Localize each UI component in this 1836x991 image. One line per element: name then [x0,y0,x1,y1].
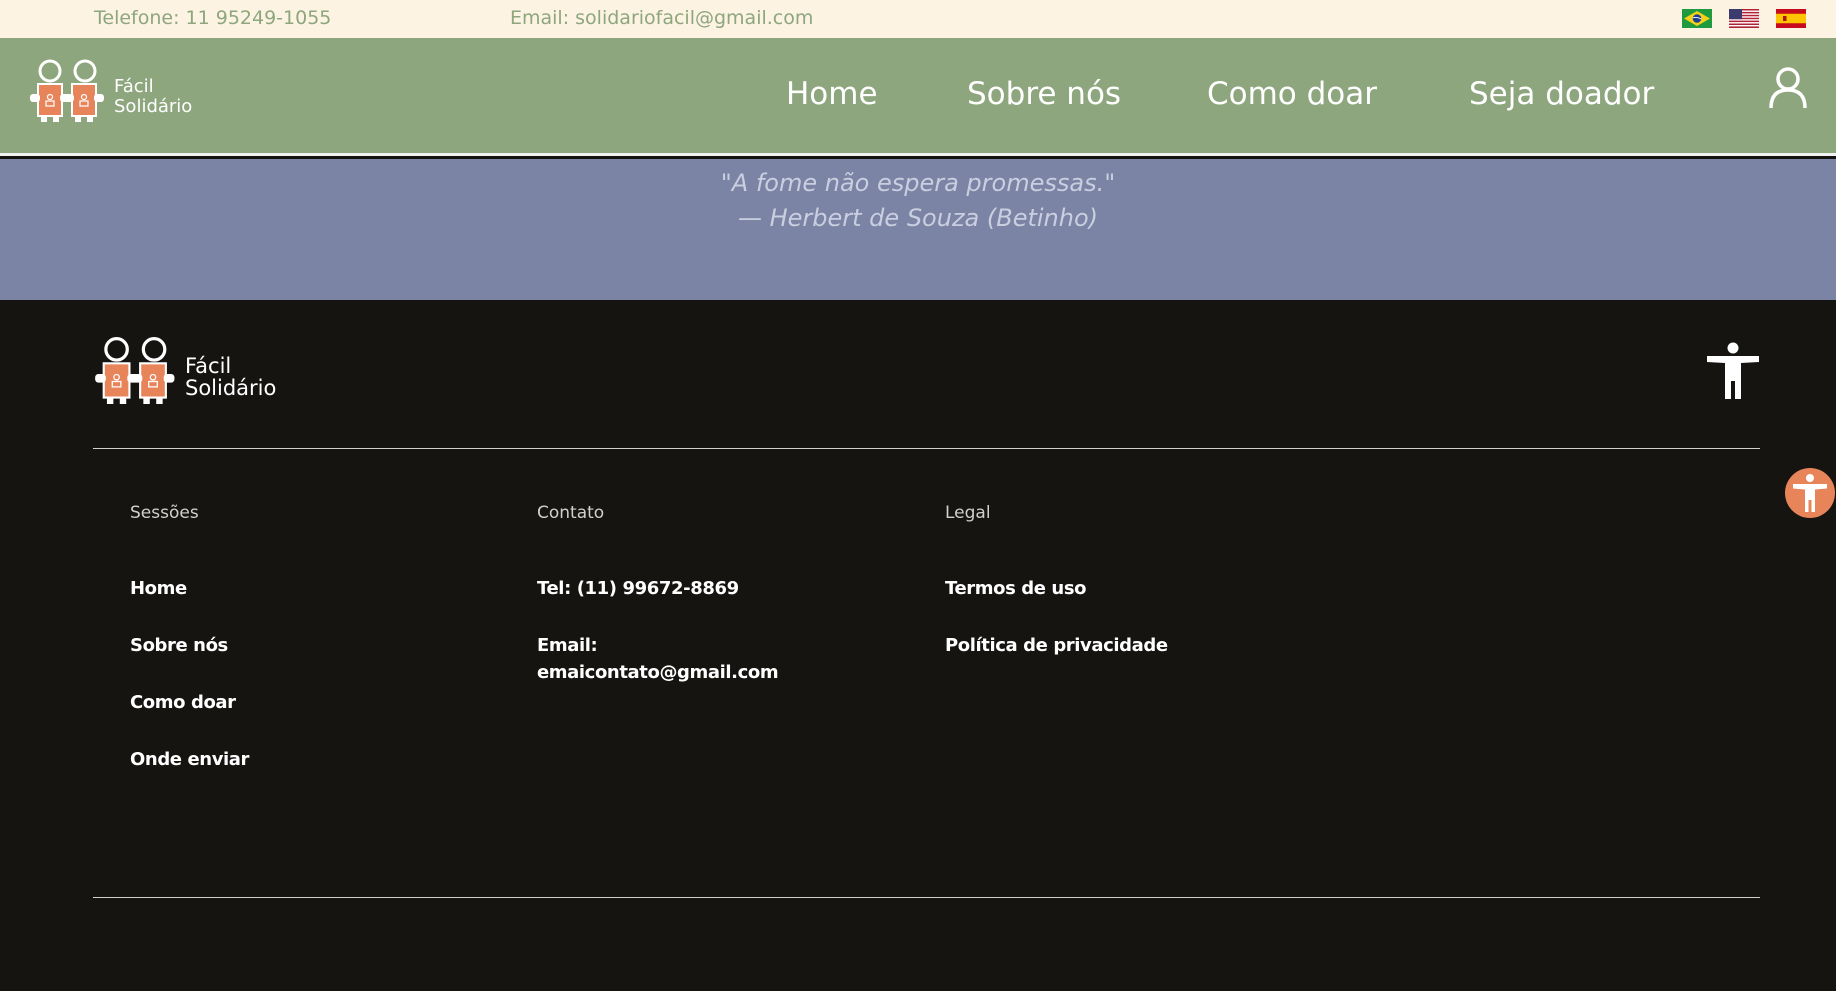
legal-heading: Legal [945,503,991,523]
quote-section: "A fome não espera promessas." — Herbert… [0,159,1836,300]
footer-brand-name: Fácil Solidário [185,355,276,399]
nav-item-sobre-nos[interactable]: Sobre nós [967,76,1121,112]
top-contact-bar: Telefone: 11 95249-1055 Email: solidario… [0,0,1836,38]
footer-brand-line2: Solidário [185,376,277,400]
user-icon[interactable] [1768,66,1808,110]
accessibility-icon[interactable] [1705,342,1761,400]
contact-heading: Contato [537,503,605,523]
brazil-flag-icon[interactable] [1682,9,1712,28]
footer-link-home[interactable]: Home [130,578,187,599]
footer-logo-mascots-icon [95,337,175,404]
footer-link-onde-enviar[interactable]: Onde enviar [130,749,249,770]
nav-links: Home Sobre nós Como doar Seja doador [0,76,1836,116]
topbar-email: Email: solidariofacil@gmail.com [510,7,814,29]
footer-brand-logo[interactable]: Fácil Solidário [93,335,293,415]
main-navbar: Fácil Solidário Home Sobre nós Como doar… [0,38,1836,156]
usa-flag-icon[interactable] [1729,9,1759,28]
footer-link-sobre-nos[interactable]: Sobre nós [130,635,228,656]
nav-item-como-doar[interactable]: Como doar [1207,76,1377,112]
quote-author: — Herbert de Souza (Betinho) [737,204,1099,232]
footer-link-politica-privacidade[interactable]: Política de privacidade [945,635,1168,656]
contact-phone[interactable]: Tel: (11) 99672-8869 [537,578,739,599]
footer-link-como-doar[interactable]: Como doar [130,692,236,713]
sessions-heading: Sessões [130,503,199,523]
footer-divider-top [93,448,1760,449]
nav-item-home[interactable]: Home [786,76,878,112]
footer: Fácil Solidário Sessões Home Sobre nós C… [0,300,1836,991]
contact-email-value[interactable]: emaicontato@gmail.com [537,662,779,683]
footer-link-termos-de-uso[interactable]: Termos de uso [945,578,1087,599]
quote-text: "A fome não espera promessas." [720,169,1116,197]
language-selector [1682,9,1806,28]
topbar-phone: Telefone: 11 95249-1055 [94,7,332,29]
accessibility-fab-icon[interactable] [1784,467,1836,519]
footer-brand-line1: Fácil [185,354,232,378]
nav-item-seja-doador[interactable]: Seja doador [1469,76,1654,112]
footer-divider-bottom [93,897,1760,898]
spain-flag-icon[interactable] [1776,9,1806,28]
contact-email-label: Email: [537,635,598,656]
